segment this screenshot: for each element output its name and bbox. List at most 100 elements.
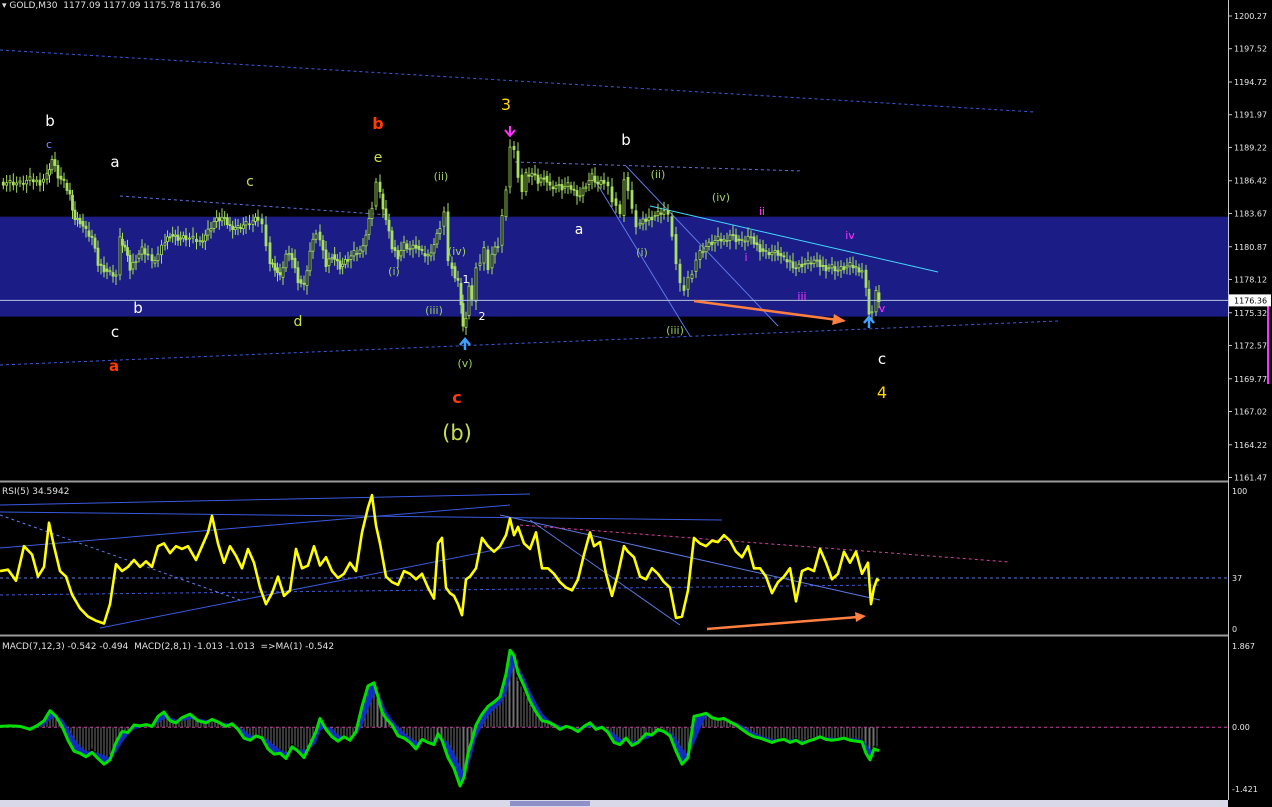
candle-body (201, 240, 205, 243)
candle-body (239, 226, 243, 229)
trendline-left[interactable] (119, 195, 391, 216)
candle-body (128, 254, 132, 271)
candle-body (459, 282, 463, 306)
candle-body (84, 225, 88, 229)
candle-body (273, 263, 277, 271)
candle-body (827, 267, 831, 270)
candle-body (854, 266, 858, 269)
channel-line-lower[interactable] (0, 320, 1059, 366)
candle-body (102, 265, 106, 273)
candle-body (393, 247, 397, 251)
candle-body (800, 263, 804, 268)
divergence-arrow-rsi (706, 615, 859, 631)
scrollbar-thumb[interactable] (510, 801, 590, 806)
candle-body (438, 228, 442, 234)
channel-line-upper[interactable] (0, 49, 1036, 113)
candle-body (587, 179, 591, 185)
candle-body (758, 244, 762, 253)
candle-body (276, 267, 279, 273)
wave-4-yellow: 4 (877, 383, 887, 402)
candle-body (644, 218, 648, 222)
candle-body (674, 234, 678, 265)
candle-body (198, 240, 202, 243)
rsi-trendline-3[interactable] (0, 504, 511, 549)
rsi-line (0, 493, 880, 625)
candle-body (146, 253, 150, 256)
candle-body (31, 179, 35, 183)
candle-body (524, 172, 528, 193)
wave-a-white-1: a (110, 153, 119, 171)
rsi-dashed-line-2[interactable] (0, 514, 241, 601)
candle-body (557, 184, 561, 187)
wave-b-white-3: b (621, 131, 631, 149)
candle-body (618, 204, 622, 215)
candle-body (548, 181, 552, 186)
candle-body (653, 215, 657, 218)
price-tick-label: 1167.02 (1234, 407, 1267, 416)
candle-body (153, 260, 157, 264)
rsi-trendline-1[interactable] (0, 493, 531, 506)
candle-body (630, 190, 634, 209)
chart-canvas[interactable]: 1200.27 1197.52 1194.72 1191.97 1189.22 1186.… (0, 0, 1272, 807)
candle-body (539, 177, 543, 183)
candle-body (335, 258, 339, 262)
candle-body (264, 224, 268, 247)
candle-body (176, 234, 180, 241)
macd-tick-label: 0.00 (1232, 723, 1250, 732)
candle-body (163, 242, 167, 246)
candle-body (414, 244, 418, 249)
candle-body (478, 262, 482, 266)
candle-body (405, 243, 409, 250)
candle-body (764, 250, 768, 252)
candle-body (578, 195, 582, 198)
candle-body (464, 317, 468, 328)
support-zone (0, 216, 1228, 317)
candle-body (333, 254, 337, 260)
candle-body (566, 182, 570, 187)
rsi-trendline-2[interactable] (0, 511, 723, 521)
candle-body (140, 246, 144, 255)
candle-body (387, 219, 391, 232)
candle-body (806, 260, 810, 265)
candle-body (682, 285, 686, 291)
candle-body (770, 251, 774, 256)
candle-body (542, 177, 546, 180)
candle-body (390, 230, 394, 250)
wave-iv-magenta: iv (845, 229, 855, 242)
candle-body (707, 241, 711, 247)
candle-body (530, 172, 534, 177)
candle-body (76, 218, 79, 220)
candle-body (776, 250, 780, 256)
candle-body (504, 189, 508, 218)
candle-body (364, 234, 368, 247)
candle-body (779, 253, 783, 257)
price-panel (0, 49, 1228, 366)
candle-body (90, 235, 94, 238)
candle-body (396, 250, 400, 260)
candle-body (512, 146, 516, 150)
wave-a-red: a (109, 357, 119, 375)
candle-body (554, 185, 558, 190)
candle-body (767, 251, 771, 256)
price-tick-label: 1180.87 (1234, 243, 1267, 252)
candle-body (114, 274, 118, 277)
candle-body (864, 269, 868, 288)
candle-body (105, 268, 109, 272)
wave-1-white: 1 (463, 273, 470, 286)
horizontal-scrollbar[interactable] (0, 800, 1228, 807)
wave-b-red: b (372, 114, 383, 133)
wave-iv-green-1: (iv) (448, 245, 466, 258)
candle-body (195, 238, 198, 243)
candle-body (223, 217, 227, 220)
macd-line (0, 648, 880, 788)
candle-body (599, 179, 603, 185)
candle-body (590, 173, 594, 181)
candle-body (867, 288, 871, 315)
candle-body (634, 210, 638, 228)
candle-body (346, 259, 350, 262)
rsi-dashed-line-1[interactable] (0, 584, 881, 596)
divergence-arrowhead-rsi (855, 612, 866, 622)
candle-body (493, 246, 497, 256)
candle-body (38, 179, 42, 186)
candle-body (78, 218, 82, 225)
